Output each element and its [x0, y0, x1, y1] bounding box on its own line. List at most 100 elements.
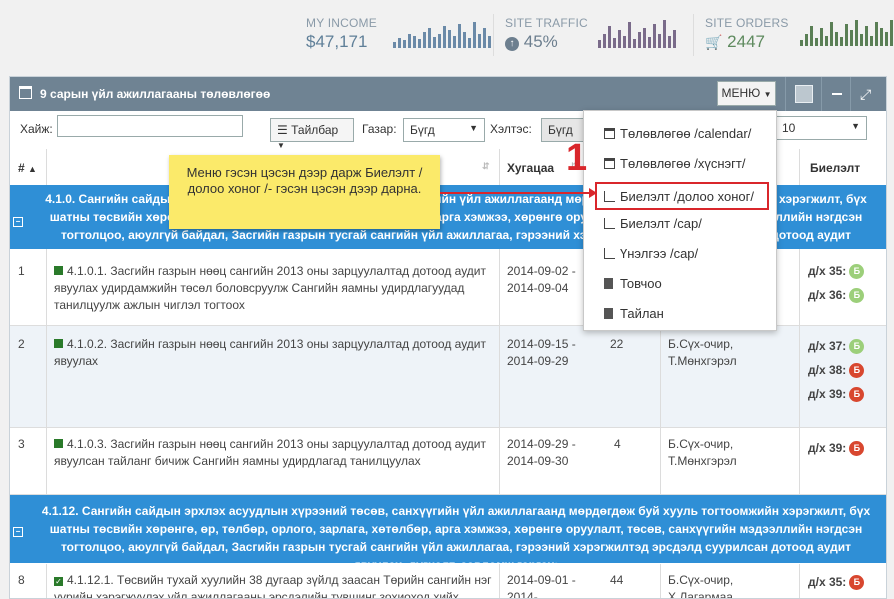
place-select-value: Бүгд	[410, 123, 435, 137]
search-input[interactable]	[57, 115, 243, 137]
unit-label: Хэлтэс:	[490, 122, 532, 136]
status-icon	[54, 439, 63, 448]
result-badge[interactable]: Б	[849, 387, 865, 403]
menu-item-label: Тайлан	[620, 306, 664, 321]
row-people: Б.Сүх-очир, Х.Лагармаа	[668, 573, 734, 599]
menu-dropdown: Төлөвлөгөө /calendar/ Төлөвлөгөө /хүснэг…	[583, 110, 777, 331]
spark-bar	[875, 22, 878, 46]
spark-bar	[658, 34, 661, 48]
result-badge[interactable]: Б	[849, 363, 865, 379]
menu-item-label: Биелэлт /долоо хоног/	[620, 189, 754, 204]
income-stat: MY INCOME $47,171	[306, 16, 377, 52]
spark-bar	[428, 28, 431, 48]
page-size-value: 10	[782, 121, 796, 135]
row-duration: 2014-09-29 - 2014-09-30	[507, 437, 576, 468]
table-row[interactable]: 2 4.1.0.2. Засгийн газрын нөөц сангийн 2…	[10, 326, 886, 428]
place-select[interactable]: Бүгд ▼	[403, 118, 485, 142]
spark-bar	[598, 40, 601, 48]
income-value: $47,171	[306, 32, 368, 51]
spark-bar	[448, 30, 451, 48]
result-badge[interactable]: Б	[849, 575, 865, 591]
sort-icon[interactable]: ⇵	[482, 161, 490, 172]
spark-bar	[483, 28, 486, 48]
traffic-stat: SITE TRAFFIC ↑ 45%	[505, 16, 588, 52]
spark-bar	[800, 40, 803, 46]
result-badge[interactable]: Б	[849, 339, 865, 355]
column-divider	[46, 149, 47, 185]
result-item: д/х 36: Б	[808, 287, 865, 304]
col-result-header[interactable]: Биелэлт	[810, 161, 860, 175]
traffic-value: ↑ 45%	[505, 32, 588, 52]
place-label: Газар:	[362, 122, 397, 136]
header-divider	[850, 77, 851, 111]
menu-item-weekly-result[interactable]: Биелэлт /долоо хоног/	[595, 182, 769, 210]
col-num-header[interactable]: # ▲	[18, 161, 37, 175]
table-row[interactable]: 3 4.1.0.3. Засгийн газрын нөөц сангийн 2…	[10, 428, 886, 495]
result-badge[interactable]: Б	[849, 288, 865, 304]
result-label: д/х 38:	[808, 363, 847, 377]
menu-button[interactable]: МЕНЮ ▼	[717, 81, 776, 106]
result-badge[interactable]: Б	[849, 441, 865, 457]
result-badge[interactable]: Б	[849, 264, 865, 280]
table-row[interactable]: 8 ✓ 4.1.12.1. Төсвийн тухай хуулийн 38 ду…	[10, 564, 886, 599]
stats-bar: MY INCOME $47,171 SITE TRAFFIC ↑ 45% SIT…	[0, 0, 894, 76]
column-divider	[660, 564, 661, 598]
spark-bar	[433, 37, 436, 48]
page-size-select[interactable]: 10 ▼	[775, 116, 867, 140]
menu-item-label: Биелэлт /сар/	[620, 216, 702, 231]
spark-bar	[840, 37, 843, 46]
spark-bar	[618, 30, 621, 48]
result-label: д/х 39:	[808, 387, 847, 401]
spark-bar	[815, 38, 818, 46]
column-divider	[499, 564, 500, 598]
spark-bar	[643, 28, 646, 48]
spark-bar	[855, 20, 858, 46]
spark-bar	[890, 20, 893, 46]
row-task-text: 4.1.0.2. Засгийн газрын нөөц сангийн 201…	[54, 337, 487, 368]
spark-bar	[403, 40, 406, 48]
spark-bar	[668, 36, 671, 48]
menu-item-summary[interactable]: Товчоо	[584, 269, 776, 297]
collapse-icon[interactable]: −	[13, 527, 23, 537]
spark-bar	[633, 39, 636, 48]
spark-bar	[393, 42, 396, 48]
callout-text: Меню гэсэн цэсэн дээр дарж Биелэлт / дол…	[186, 165, 423, 196]
row-task-text: 4.1.12.1. Төсвийн тухай хуулийн 38 дугаа…	[54, 573, 492, 599]
row-number: 3	[18, 437, 25, 451]
row-results: д/х 39: Б	[808, 440, 865, 464]
income-label: MY INCOME	[306, 16, 377, 30]
result-item: д/х 39: Б	[808, 386, 865, 403]
collapse-icon[interactable]: −	[13, 217, 23, 227]
row-days: 44	[610, 573, 624, 587]
group-row[interactable]: − 4.1.12. Сангийн сайдын эрхлэх асуудлын…	[10, 495, 886, 572]
list-icon: ☰	[277, 123, 288, 137]
spark-bar	[398, 38, 401, 48]
spark-bar	[463, 32, 466, 48]
traffic-label: SITE TRAFFIC	[505, 16, 588, 30]
menu-item-report[interactable]: Тайлан	[584, 299, 776, 327]
result-item: д/х 35: Б	[808, 263, 865, 280]
row-days: 22	[610, 337, 624, 351]
row-task: 4.1.0.1. Засгийн газрын нөөц сангийн 201…	[54, 263, 494, 314]
menu-item-table[interactable]: Төлөвлөгөө /хүснэгт/	[584, 149, 776, 177]
result-label: д/х 39:	[808, 441, 847, 455]
minimize-icon[interactable]	[832, 93, 842, 95]
column-divider	[799, 564, 800, 598]
caret-down-icon: ▼	[851, 121, 860, 131]
col-duration-header[interactable]: Хугацаа	[507, 161, 554, 175]
spark-bar	[850, 30, 853, 46]
menu-item-calendar[interactable]: Төлөвлөгөө /calendar/	[584, 119, 776, 147]
row-results: д/х 37: Б д/х 38: Б д/х 39: Б	[808, 338, 865, 410]
orders-sparkline	[800, 18, 894, 46]
legend-button[interactable]: ☰ Тайлбар ▼	[270, 118, 354, 150]
header-divider	[785, 77, 786, 111]
menu-item-monthly-evaluation[interactable]: Үнэлгээ /сар/	[584, 239, 776, 267]
bar-chart-icon	[604, 218, 615, 229]
color-toggle-button[interactable]	[795, 85, 813, 103]
menu-item-monthly-result[interactable]: Биелэлт /сар/	[584, 209, 776, 237]
callout-arrow	[440, 192, 595, 194]
column-divider	[799, 249, 800, 495]
spark-bar	[628, 22, 631, 48]
spark-bar	[408, 34, 411, 48]
expand-icon[interactable]: ⤢	[860, 86, 871, 103]
